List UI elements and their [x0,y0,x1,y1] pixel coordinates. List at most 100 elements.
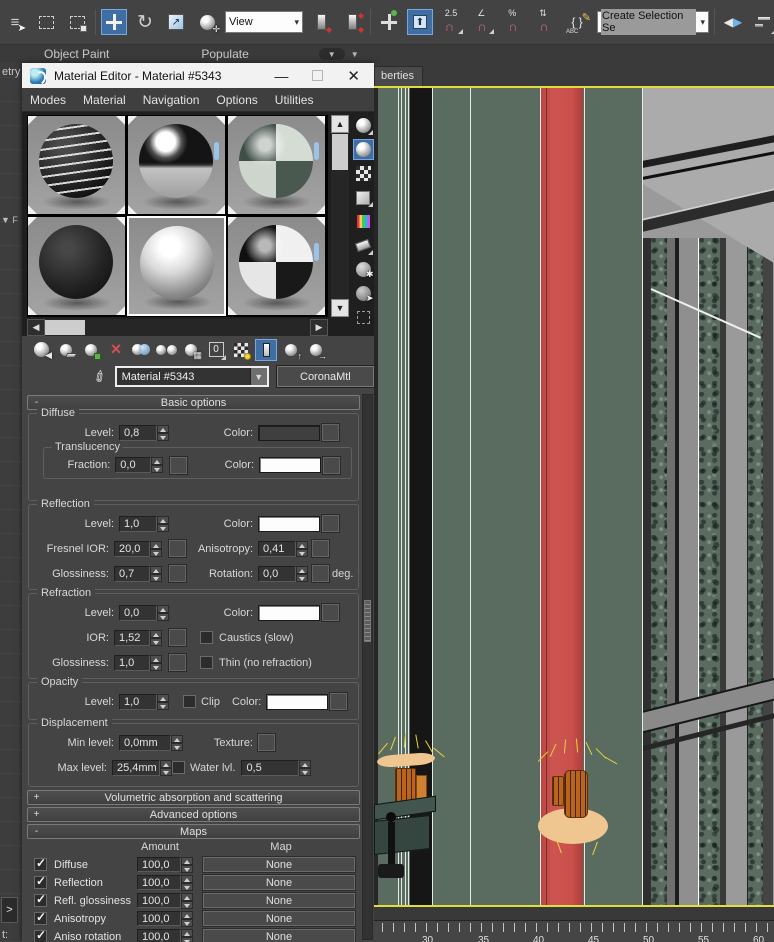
select-and-manipulate-button[interactable] [376,9,402,35]
window-crossing-icon[interactable] [64,9,90,35]
translucency-color-swatch[interactable] [259,457,321,473]
displacement-max-field[interactable]: 25,4mm [111,759,160,776]
anisotropy-map-amount-field[interactable]: 100,0 [137,911,181,926]
refl-glossiness-map-amount-field[interactable]: 100,0 [137,893,181,908]
translucency-color-map-button[interactable] [322,455,341,475]
angle-snap-toggle-button[interactable]: ∠ ∩ [469,9,495,35]
aniso-rotation-map-amount-field[interactable]: 100,0 [137,929,181,942]
water-level-checkbox[interactable] [172,761,185,774]
parameters-scrollbar[interactable] [362,394,373,940]
select-and-scale-button[interactable]: ↗ [163,9,189,35]
refraction-level-spinner[interactable] [157,604,169,621]
menu-modes[interactable]: Modes [30,93,66,107]
select-object-icon[interactable]: ≡ ➤ [2,9,28,35]
opacity-color-map-button[interactable] [329,692,349,711]
make-material-copy-button[interactable] [130,339,152,361]
scrollbar-thumb[interactable] [332,134,348,170]
sample-uv-tiling-icon[interactable] [353,187,374,208]
rollout-maps[interactable]: - Maps [27,824,360,839]
diffuse-color-map-button[interactable] [321,423,340,442]
material-editor-titlebar[interactable]: Material Editor - Material #5343 — ✕ [22,63,374,88]
go-to-parent-button[interactable]: ↑ [280,339,302,361]
aniso-rotation-map-button[interactable]: None [202,928,356,942]
displacement-min-field[interactable]: 0,0mm [119,734,171,751]
dropdown-arrow-icon[interactable]: ▼ [249,368,267,385]
select-and-rotate-button[interactable]: ↻ [132,9,158,35]
scroll-right-button[interactable]: ▶ [310,319,328,336]
sample-vertical-scrollbar[interactable]: ▲ ▼ [331,115,349,317]
opacity-level-spinner[interactable] [157,693,169,710]
sample-type-icon[interactable] [353,115,374,136]
reflection-map-amount-field[interactable]: 100,0 [137,875,181,890]
diffuse-map-amount-field[interactable]: 100,0 [137,857,181,872]
close-button[interactable]: ✕ [347,67,360,85]
fresnel-ior-field[interactable]: 20,0 [113,540,150,557]
make-unique-button[interactable] [155,339,177,361]
snap-toggle-25-button[interactable]: 2.5 ∩ [438,9,464,35]
refraction-ior-map-button[interactable] [168,628,187,647]
menu-material[interactable]: Material [83,93,126,107]
refraction-color-map-button[interactable] [321,603,340,622]
ribbon-tab-object-paint[interactable]: Object Paint [44,47,109,61]
options-icon[interactable]: ✱ [353,259,374,280]
pick-material-eyedropper-icon[interactable]: ✐ [90,366,111,387]
named-selection-set-combo[interactable]: Create Selection Se ▾ [597,9,709,35]
backlight-icon[interactable] [352,139,374,160]
put-material-to-scene-button[interactable] [55,339,78,361]
menu-options[interactable]: Options [216,93,257,107]
translucency-fraction-field[interactable]: 0,0 [115,457,151,473]
anisotropy-map-amount-spinner[interactable] [181,910,193,927]
translucency-fraction-spinner[interactable] [151,457,163,473]
refl-glossiness-map-button[interactable]: None [202,892,356,909]
rollout-volumetric[interactable]: + Volumetric absorption and scattering [27,790,360,805]
material-type-button[interactable]: CoronaMtl [275,365,376,388]
refraction-glossiness-field[interactable]: 1,0 [113,654,150,671]
refraction-glossiness-spinner[interactable] [150,654,162,671]
diffuse-map-amount-spinner[interactable] [181,856,193,873]
diffuse-map-button[interactable]: None [202,856,356,873]
opacity-color-swatch[interactable] [266,693,329,710]
pendant-lamp-small[interactable] [552,776,564,806]
show-end-result-button[interactable] [255,338,277,361]
scroll-left-button[interactable]: ◀ [27,319,45,336]
fresnel-ior-map-button[interactable] [168,539,187,558]
sample-slot-checker-green[interactable] [227,115,326,215]
select-and-place-button[interactable]: ✛ [194,9,220,35]
use-selection-center-icon[interactable]: ◆ ◆ [339,9,365,35]
get-material-button[interactable]: ◀ [30,339,52,361]
reflection-map-button[interactable]: None [202,874,356,891]
select-by-material-icon[interactable]: ➤ [353,283,374,304]
expand-icon[interactable]: + [31,809,42,820]
sample-slot-striped[interactable] [27,115,126,215]
refraction-ior-field[interactable]: 1,52 [113,629,150,646]
use-pivot-point-center-icon[interactable]: ◆ [308,9,334,35]
refl-glossiness-map-amount-spinner[interactable] [181,892,193,909]
rotation-spinner[interactable] [296,565,308,582]
track-bar[interactable]: 30 35 40 45 50 55 60 [374,907,774,942]
viewport-canvas[interactable] [374,88,774,905]
fresnel-ior-spinner[interactable] [150,540,162,557]
rectangular-selection-region-icon[interactable] [33,9,59,35]
align-button[interactable] [751,9,774,35]
refraction-ior-spinner[interactable] [150,629,162,646]
diffuse-map-checkbox[interactable] [34,856,47,871]
sample-slot-glossy-black[interactable] [127,115,226,215]
reference-coordinate-dropdown[interactable]: View ▾ [225,11,303,33]
reflection-level-field[interactable]: 1,0 [119,515,157,532]
background-icon[interactable] [353,163,374,184]
material-id-channel-button[interactable]: 0 [205,339,227,361]
put-to-library-button[interactable]: ▦ [180,339,202,361]
ribbon-minimize-button[interactable]: ▼ [318,48,345,60]
refl-glossiness-map-checkbox[interactable] [34,892,47,907]
material-name-dropdown[interactable]: Material #5343 ▼ [114,366,269,387]
reflection-glossiness-field[interactable]: 0,7 [113,565,150,582]
anisotropy-map-checkbox[interactable] [34,910,47,925]
translucency-fraction-map-button[interactable] [169,455,188,475]
diffuse-color-swatch[interactable] [258,424,320,441]
displacement-texture-button[interactable] [257,733,276,752]
time-ruler[interactable]: 30 35 40 45 50 55 60 [374,920,774,942]
reflection-glossiness-map-button[interactable] [168,564,187,583]
ribbon-tab-populate[interactable]: Populate [201,47,248,61]
water-level-spinner[interactable] [299,759,312,776]
rotation-map-button[interactable] [311,564,330,583]
